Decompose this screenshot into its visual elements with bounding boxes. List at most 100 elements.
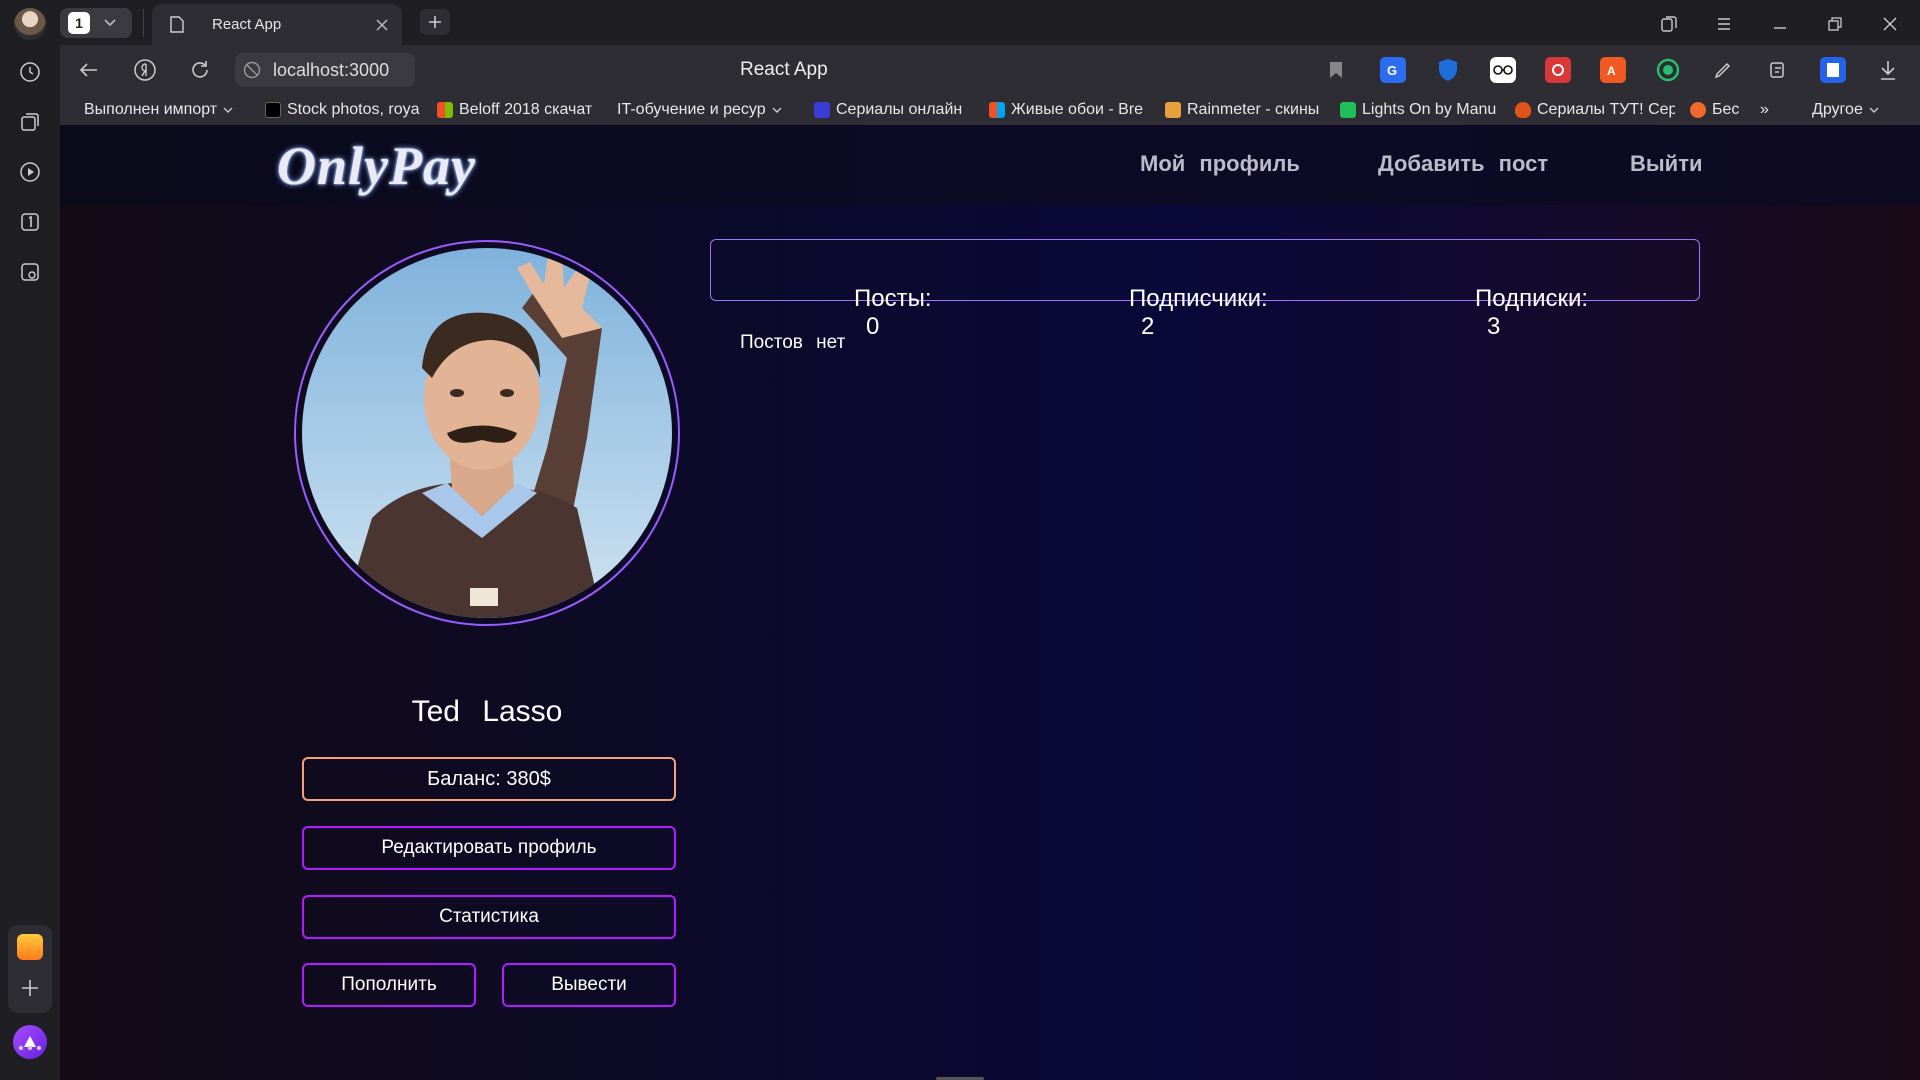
profile-avatar-button[interactable] — [14, 8, 46, 40]
nav-logout[interactable]: Выйти — [1630, 151, 1703, 177]
new-tab-button[interactable] — [420, 9, 450, 35]
restore-icon[interactable] — [1823, 12, 1847, 36]
following-value: 3 — [1487, 313, 1501, 340]
chevron-down-icon — [104, 19, 116, 27]
chevron-down-icon — [772, 107, 782, 113]
bookmark-label: Lights On by Manu — [1362, 101, 1497, 118]
back-icon[interactable] — [76, 57, 102, 83]
followers-label: Подписчики: — [1129, 285, 1268, 312]
translator-icon[interactable]: A — [1600, 57, 1626, 83]
collections-icon[interactable] — [15, 107, 45, 137]
tab-bar: 1 React App — [0, 0, 1920, 45]
onlypay-logo[interactable]: OnlyPay — [277, 135, 476, 197]
bookmark-item[interactable]: Бес — [1690, 99, 1750, 121]
nav-add-post[interactable]: Добавить пост — [1378, 151, 1548, 177]
profile-avatar — [294, 240, 680, 626]
nav-my-profile[interactable]: Мой профиль — [1140, 151, 1300, 177]
yandex-icon[interactable] — [132, 57, 158, 83]
bookmark-item[interactable]: Сериалы онлайн — [814, 99, 974, 121]
screenshot-icon[interactable] — [15, 257, 45, 287]
url-field[interactable]: localhost:3000 — [235, 53, 415, 87]
history-icon[interactable] — [15, 57, 45, 87]
rainmeter-favicon — [1165, 102, 1181, 118]
more-chevron-icon: » — [1760, 101, 1769, 118]
reload-icon[interactable] — [187, 57, 213, 83]
glasses-icon[interactable] — [1490, 57, 1516, 83]
pen-icon[interactable] — [1710, 57, 1736, 83]
tab-counter-button[interactable]: 1 — [60, 8, 132, 38]
play-icon[interactable] — [15, 157, 45, 187]
bookmark-folder-it[interactable]: IT-обучение и ресур — [617, 99, 797, 121]
deposit-button[interactable]: Пополнить — [302, 963, 476, 1007]
menu-icon[interactable] — [1712, 12, 1736, 36]
extension-red-icon[interactable] — [1545, 57, 1571, 83]
followers-value: 2 — [1141, 313, 1155, 340]
mail-icon[interactable] — [17, 934, 43, 960]
balance-display: Баланс: 380$ — [302, 757, 676, 801]
lights-favicon — [1340, 102, 1356, 118]
bookmark-label: Выполнен импорт — [84, 101, 218, 118]
bookmark-item[interactable]: Lights On by Manu — [1340, 99, 1500, 121]
bookmarks-more-button[interactable]: » — [1760, 99, 1776, 121]
page-icon — [170, 16, 184, 33]
bookmark-label: Rainmeter - скины — [1187, 101, 1320, 118]
browser-sidebar — [0, 45, 60, 1080]
bookmark-item[interactable]: Живые обои - Bre — [989, 99, 1149, 121]
page-title: React App — [740, 59, 828, 80]
download-icon[interactable] — [1875, 57, 1901, 83]
bookmark-item[interactable]: Rainmeter - скины — [1165, 99, 1325, 121]
bookmark-item[interactable]: Beloff 2018 скачат — [437, 99, 597, 121]
page-viewport: OnlyPay Мой профиль Добавить пост Выйти — [60, 125, 1920, 1080]
bookmark-label: Сериалы онлайн — [836, 101, 963, 118]
tab-react-app[interactable]: React App — [152, 4, 402, 45]
chevron-down-icon — [1869, 107, 1879, 113]
stat-following[interactable]: Подписки: 3 — [1435, 257, 1588, 369]
site-info-icon[interactable] — [243, 61, 261, 79]
bookmark-label: Beloff 2018 скачат — [459, 101, 593, 118]
divider — [143, 9, 144, 37]
statistics-button[interactable]: Статистика — [302, 895, 676, 939]
plus-icon[interactable] — [21, 979, 39, 997]
shield-icon[interactable] — [1435, 57, 1461, 83]
tab-title: React App — [212, 16, 282, 33]
translate-icon[interactable]: G — [1380, 57, 1406, 83]
docs-extension-icon[interactable] — [1820, 57, 1846, 83]
bookmark-label: Сериалы ТУТ! Сер — [1537, 101, 1675, 118]
tab-one-icon[interactable] — [15, 207, 45, 237]
empty-posts-message: Постов нет — [740, 332, 846, 353]
close-icon[interactable] — [376, 18, 388, 31]
bookmark-item[interactable]: Stock photos, roya — [265, 99, 425, 121]
stock-favicon — [265, 102, 281, 118]
svg-text:A: A — [1607, 64, 1616, 78]
posts-value: 0 — [866, 313, 880, 340]
bookmark-label: Stock photos, roya — [287, 101, 420, 118]
address-bar: localhost:3000 React App G A — [60, 45, 1920, 95]
bookmark-label: Другое — [1812, 101, 1863, 118]
bookmark-item[interactable]: Сериалы ТУТ! Сер — [1515, 99, 1675, 121]
svg-text:G: G — [1387, 63, 1397, 78]
fox-favicon — [1690, 102, 1706, 118]
bookmark-label: Живые обои - Bre — [1011, 101, 1144, 118]
other-bookmarks-folder[interactable]: Другое — [1812, 99, 1892, 121]
close-window-icon[interactable] — [1878, 12, 1902, 36]
mail-widget[interactable] — [8, 925, 52, 1013]
hd-favicon — [814, 102, 830, 118]
withdraw-button[interactable]: Вывести — [502, 963, 676, 1007]
bookmarks-panel-icon[interactable] — [1657, 12, 1681, 36]
flame-favicon — [1515, 102, 1531, 118]
stat-followers[interactable]: Подписчики: 2 — [1089, 257, 1268, 369]
bookmarks-bar: Выполнен импорт Stock photos, roya Belof… — [60, 95, 1920, 125]
profile-stats: Посты: 0 Подписчики: 2 Подписки: 3 — [710, 239, 1700, 340]
target-icon[interactable] — [1655, 57, 1681, 83]
plus-icon — [428, 15, 442, 29]
more-icon[interactable] — [18, 1045, 42, 1051]
bookmark-folder-imported[interactable]: Выполнен импорт — [84, 99, 244, 121]
minimize-icon[interactable] — [1768, 12, 1792, 36]
clipboard-icon[interactable] — [1765, 57, 1791, 83]
bookmark-icon[interactable] — [1323, 57, 1349, 83]
bookmark-label: IT-обучение и ресур — [617, 101, 766, 118]
profile-photo — [302, 248, 672, 618]
assistant-icon[interactable] — [13, 1025, 47, 1059]
bookmark-label: Бес — [1712, 101, 1740, 118]
edit-profile-button[interactable]: Редактировать профиль — [302, 826, 676, 870]
